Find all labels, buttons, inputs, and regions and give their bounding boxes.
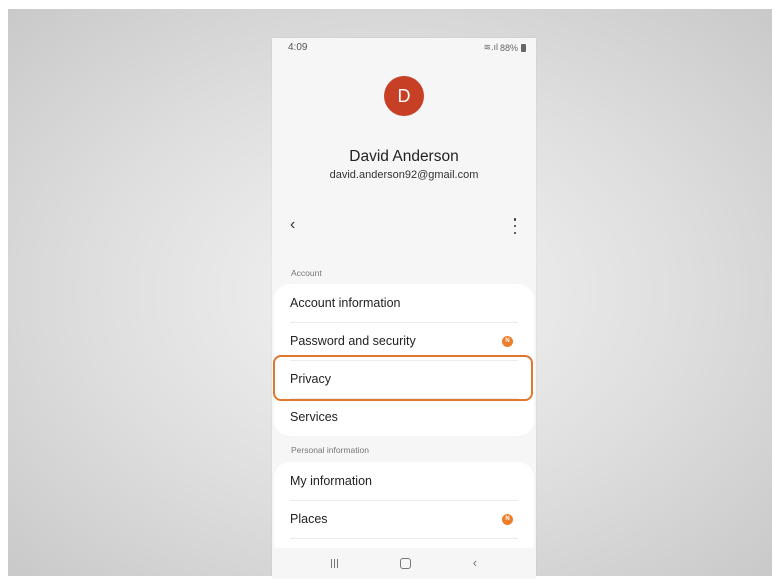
section-header-personal-information: Personal information (291, 445, 369, 455)
notification-badge: N (502, 335, 513, 347)
menu-item-account-information[interactable]: Account information (274, 284, 534, 322)
personal-information-card: My information Places N (274, 462, 534, 562)
account-card: Account information Password and securit… (274, 284, 534, 436)
more-vert-icon[interactable] (512, 218, 518, 234)
menu-item-privacy[interactable]: Privacy (274, 360, 534, 398)
status-time: 4:09 (288, 42, 308, 53)
screenshot-background: 4:09 ≋.ıl 88% D David Anderson david.and… (8, 9, 772, 578)
battery-level: 88% (499, 42, 518, 53)
signal-icon: ≋.ıl (483, 42, 498, 52)
menu-item-places[interactable]: Places N (274, 500, 534, 538)
menu-item-label: Services (290, 410, 338, 424)
divider (290, 538, 518, 539)
menu-item-label: My information (290, 474, 372, 488)
recent-apps-icon[interactable] (330, 558, 338, 568)
nav-back-icon[interactable]: ‹ (473, 556, 477, 569)
profile-email: david.anderson92@gmail.com (329, 169, 479, 181)
back-arrow-icon[interactable]: ‹ (290, 217, 295, 233)
navigation-bar: ‹ (272, 548, 536, 578)
home-icon[interactable] (399, 557, 411, 569)
menu-item-my-information[interactable]: My information (274, 462, 534, 500)
menu-item-services[interactable]: Services (274, 398, 534, 436)
phone-screen: 4:09 ≋.ıl 88% D David Anderson david.and… (272, 38, 536, 578)
menu-item-label: Privacy (290, 372, 331, 386)
status-indicators: ≋.ıl 88% (483, 42, 526, 53)
menu-item-password-and-security[interactable]: Password and security N (274, 322, 534, 360)
section-header-account: Account (291, 268, 322, 278)
notification-badge: N (502, 513, 513, 525)
menu-item-label: Account information (290, 296, 401, 310)
menu-item-label: Password and security (290, 334, 416, 348)
menu-item-label: Places (290, 512, 328, 526)
battery-icon (521, 43, 526, 52)
avatar[interactable]: D (384, 76, 424, 116)
profile-name: David Anderson (349, 148, 459, 165)
